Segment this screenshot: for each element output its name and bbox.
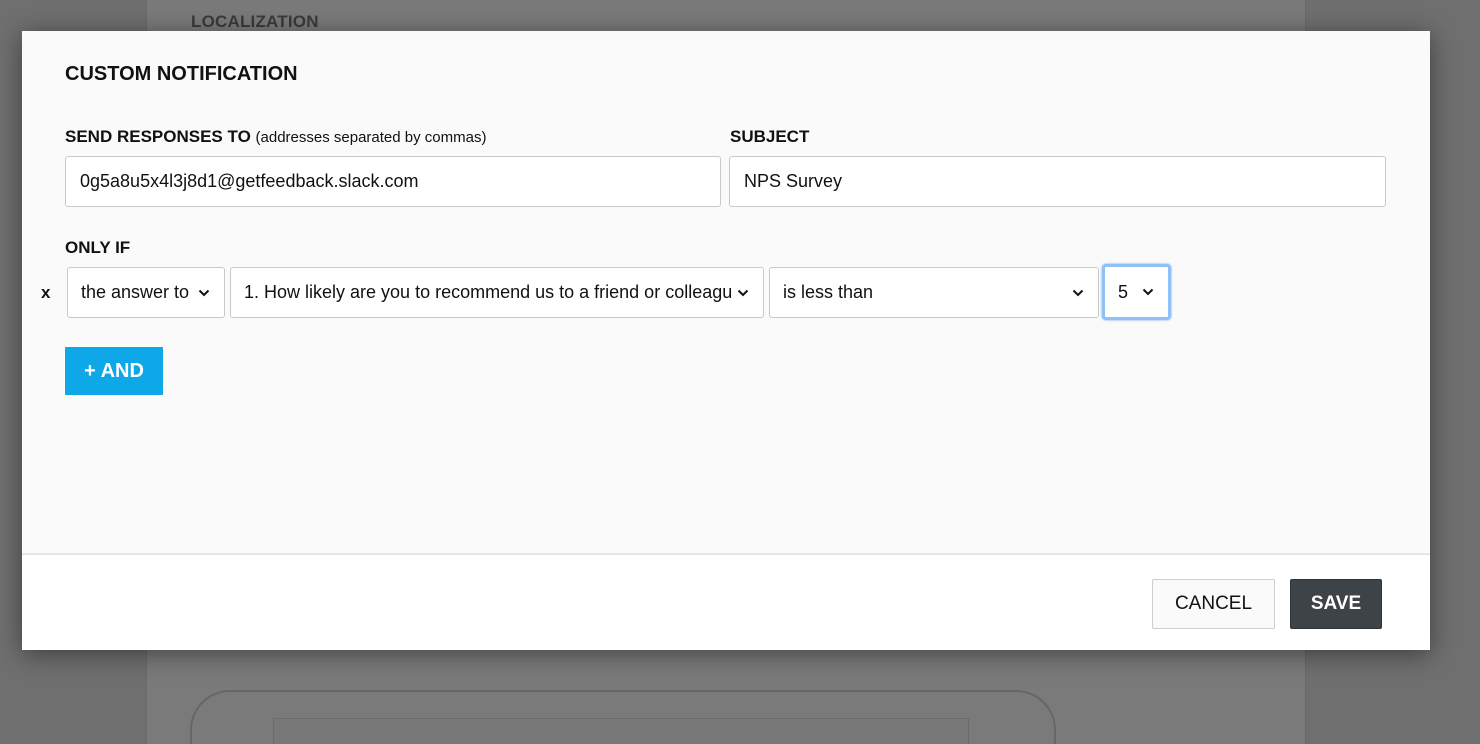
chevron-down-icon: [197, 286, 211, 300]
only-if-label: ONLY IF: [65, 238, 131, 257]
save-button[interactable]: SAVE: [1290, 579, 1382, 629]
background-heading: LOCALIZATION: [191, 12, 319, 31]
chevron-down-icon: [1141, 285, 1155, 299]
condition-operator-value: is less than: [783, 282, 874, 302]
send-to-label-text: SEND RESPONSES TO: [65, 127, 251, 146]
condition-value: 5: [1118, 281, 1129, 302]
condition-source-value: the answer to: [81, 282, 190, 302]
condition-value-select[interactable]: 5: [1102, 264, 1171, 320]
send-to-hint: (addresses separated by commas): [255, 129, 487, 146]
condition-question-select[interactable]: 1. How likely are you to recommend us to…: [230, 267, 764, 318]
chevron-down-icon: [736, 286, 750, 300]
condition-source-select[interactable]: the answer to: [67, 267, 225, 318]
send-to-input[interactable]: [65, 156, 721, 207]
custom-notification-modal: CUSTOM NOTIFICATION SEND RESPONSES TO (a…: [22, 31, 1430, 650]
send-to-label: SEND RESPONSES TO (addresses separated b…: [65, 127, 486, 147]
background-card-inner: [273, 718, 969, 744]
condition-operator-select[interactable]: is less than: [769, 267, 1099, 318]
subject-input[interactable]: [729, 156, 1386, 207]
modal-footer: CANCEL SAVE: [22, 553, 1430, 650]
add-and-condition-button[interactable]: + AND: [65, 347, 163, 395]
subject-label: SUBJECT: [730, 127, 810, 146]
condition-question-value: 1. How likely are you to recommend us to…: [244, 282, 733, 302]
close-icon[interactable]: x: [41, 283, 50, 303]
modal-title: CUSTOM NOTIFICATION: [65, 63, 298, 85]
cancel-button[interactable]: CANCEL: [1152, 579, 1275, 629]
chevron-down-icon: [1071, 286, 1085, 300]
